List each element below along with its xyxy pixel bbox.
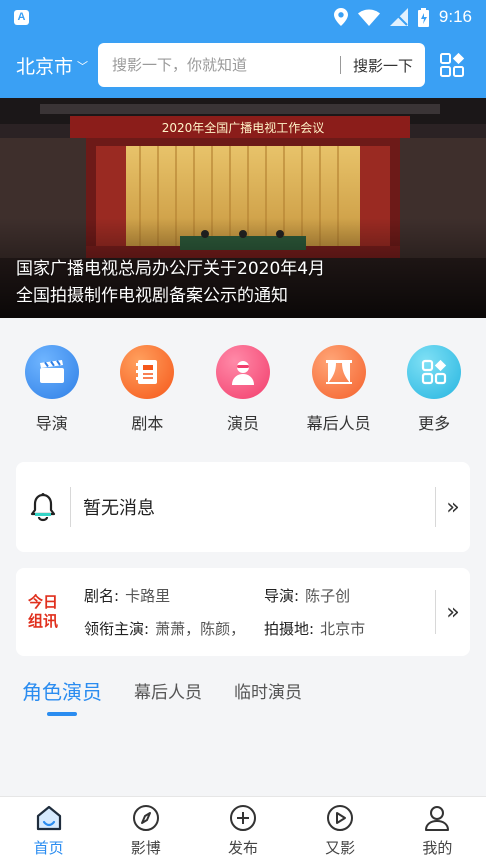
quick-entry-more[interactable]: 更多 [389,345,479,448]
drama-name-value: 卡路里 [125,587,171,605]
nav-label: 发布 [227,839,258,857]
actor-icon [215,345,270,399]
bottom-navigation: 首页 影博 发布 又影 我的 [0,796,486,864]
nav-label: 我的 [422,839,453,857]
top-header: 北京市 ﹀ 搜影一下 [0,38,486,92]
banner-caption: 国家广播电视总局办公厅关于2020年4月 全国拍摄制作电视剧备案公示的通知 [16,256,396,310]
today-crew-logo: 今日 组讯 [16,593,70,631]
director-field: 导演: 陈子创 [264,585,435,606]
nav-publish[interactable]: 发布 [198,803,288,864]
notice-divider [70,487,71,527]
app-notification-icon: A [14,9,29,25]
quick-entry-actor[interactable]: 演员 [198,345,288,448]
quick-entry-label: 幕后人员 [306,414,371,433]
lead-actors-label: 领衔主演: [84,620,150,638]
publish-plus-icon [229,805,256,831]
city-label: 北京市 [16,55,74,78]
location-icon [333,8,348,26]
quick-entry-label: 演员 [226,414,259,433]
play-icon [327,805,354,831]
nav-home[interactable]: 首页 [4,803,94,864]
news-banner[interactable]: 2020年全国广播电视工作会议 国家广播电视总局办公厅关于2020年4月 全国拍… [0,98,486,318]
talent-tabs: 角色演员 幕后人员 临时演员 [0,670,486,720]
chevron-down-icon: ﹀ [77,60,89,73]
quick-entry-label: 剧本 [131,414,164,433]
tab-extras[interactable]: 临时演员 [234,670,302,720]
today-crew-more-arrow-icon[interactable]: » [436,600,470,625]
profile-icon [425,806,450,831]
grid-more-icon [407,345,462,399]
curtain-icon [311,345,366,399]
quick-entry-script[interactable]: 剧本 [102,345,192,448]
banner-caption-line2: 全国拍摄制作电视剧备案公示的通知 [16,286,288,306]
notice-card[interactable]: 暂无消息 » [16,462,470,552]
search-button[interactable]: 搜影一下 [353,55,413,76]
bell-icon [16,492,70,522]
quick-entry-row: 导演 剧本 演员 幕后人员 更多 [0,318,486,448]
notice-more-arrow-icon[interactable]: » [436,495,470,520]
nav-yingbo[interactable]: 影博 [101,803,191,864]
search-bar: 搜影一下 [98,43,425,87]
clapperboard-icon [24,345,79,399]
today-crew-card[interactable]: 今日 组讯 剧名: 卡路里 导演: 陈子创 领衔主演: 萧萧，陈颜， 拍摄地: 北京市 … [16,568,470,656]
search-divider [339,56,341,74]
today-crew-logo-line1: 今日 [27,593,58,611]
battery-charging-icon [417,7,429,27]
quick-entry-label: 更多 [418,414,451,433]
nav-profile[interactable]: 我的 [392,803,482,864]
director-value: 陈子创 [305,587,351,605]
quick-entry-label: 导演 [35,414,68,433]
status-bar: A 9:16 [0,0,486,34]
home-icon [36,805,61,831]
nav-label: 又影 [325,839,356,857]
notice-text: 暂无消息 [83,498,155,519]
lead-actors-field: 领衔主演: 萧萧，陈颜， [84,618,264,639]
location-label: 拍摄地: [264,620,315,638]
lead-actors-value: 萧萧，陈颜， [155,620,246,638]
city-selector[interactable]: 北京市 ﹀ [16,52,98,79]
quick-entry-director[interactable]: 导演 [7,345,97,448]
wifi-icon [357,9,380,26]
tab-crew[interactable]: 幕后人员 [134,670,202,720]
location-value: 北京市 [320,620,366,638]
director-label: 导演: [264,587,300,605]
apps-grid-icon[interactable] [439,52,465,78]
drama-name-label: 剧名: [84,587,120,605]
tab-role-actors[interactable]: 角色演员 [22,670,102,720]
status-time: 9:16 [438,7,472,26]
stage-title: 2020年全国广播电视工作会议 [162,120,325,135]
nav-label: 影博 [130,839,161,857]
search-input[interactable] [112,56,328,74]
compass-icon [132,805,159,831]
nav-label: 首页 [33,839,64,857]
nav-youying[interactable]: 又影 [295,803,385,864]
banner-caption-line1: 国家广播电视总局办公厅关于2020年4月 [16,259,326,279]
location-field: 拍摄地: 北京市 [264,618,435,639]
script-book-icon [120,345,175,399]
today-crew-logo-line2: 组讯 [27,612,58,630]
drama-name-field: 剧名: 卡路里 [84,585,264,606]
quick-entry-crew[interactable]: 幕后人员 [294,345,384,448]
today-crew-info: 剧名: 卡路里 导演: 陈子创 领衔主演: 萧萧，陈颜， 拍摄地: 北京市 [70,585,435,639]
no-signal-icon [389,8,408,26]
